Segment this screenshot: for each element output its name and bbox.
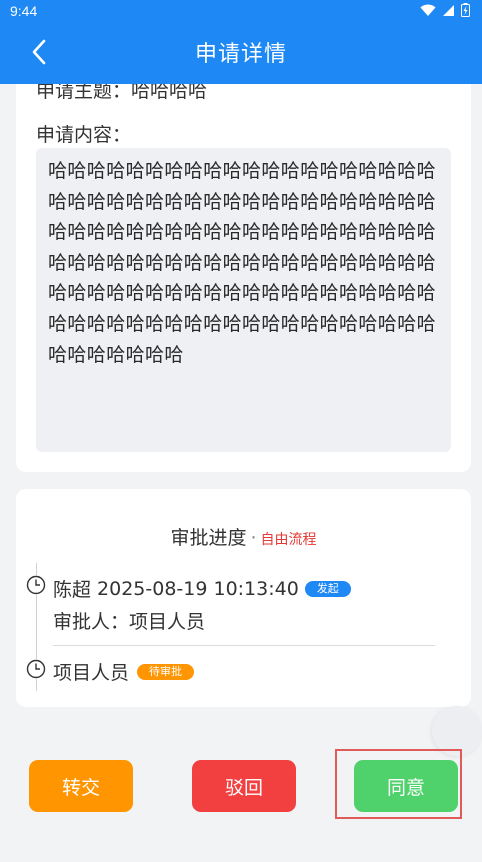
status-icons: [420, 3, 470, 17]
application-card: 申请主题：哈哈哈哈 申请内容： 哈哈哈哈哈哈哈哈哈哈哈哈哈哈哈哈哈哈哈哈哈哈哈哈…: [16, 84, 471, 472]
step-time: 2025-08-19 10:13:40: [97, 577, 299, 600]
progress-title-row: 审批进度 · 自由流程: [16, 523, 471, 550]
app-header: 9:44 申请详情: [0, 0, 482, 84]
subject-label: 申请主题：: [36, 84, 132, 102]
subject-row: 申请主题：哈哈哈哈: [36, 84, 207, 103]
page-title: 申请详情: [194, 42, 287, 67]
content-box: 哈哈哈哈哈哈哈哈哈哈哈哈哈哈哈哈哈哈哈哈哈哈哈哈哈哈哈哈哈哈哈哈哈哈哈哈哈哈哈哈…: [36, 148, 451, 452]
subject-value: 哈哈哈哈: [131, 84, 208, 102]
step-initiator: 陈超 2025-08-19 10:13:40 发起: [53, 575, 351, 602]
signal-icon: [443, 4, 454, 16]
nav-bar: 申请详情: [0, 24, 482, 80]
approver-row: 审批人：项目人员: [53, 607, 205, 634]
approver-value: 项目人员: [129, 611, 206, 633]
agree-button[interactable]: 同意: [354, 760, 458, 812]
clock-icon: [26, 659, 46, 679]
content-label: 申请内容：: [36, 124, 132, 146]
transfer-button[interactable]: 转交: [29, 760, 133, 812]
reject-button[interactable]: 驳回: [192, 760, 296, 812]
title-separator: ·: [250, 527, 257, 549]
status-bar: 9:44: [0, 0, 482, 24]
status-badge: 发起: [304, 580, 351, 597]
step-pending: 项目人员 待审批: [53, 658, 195, 685]
flow-type: 自由流程: [260, 532, 317, 548]
status-time: 9:44: [10, 3, 38, 19]
divider: [53, 645, 435, 646]
step-name: 陈超: [53, 579, 92, 601]
clock-icon: [26, 575, 46, 595]
battery-icon: [461, 3, 470, 17]
approver-label: 审批人：: [53, 611, 130, 633]
approval-progress-card: 审批进度 · 自由流程 陈超 2025-08-19 10:13:40 发起 审批人：…: [16, 489, 471, 707]
progress-title: 审批进度: [170, 527, 247, 549]
step-name: 项目人员: [53, 662, 130, 684]
wifi-icon: [420, 4, 436, 16]
status-badge: 待审批: [137, 663, 195, 680]
